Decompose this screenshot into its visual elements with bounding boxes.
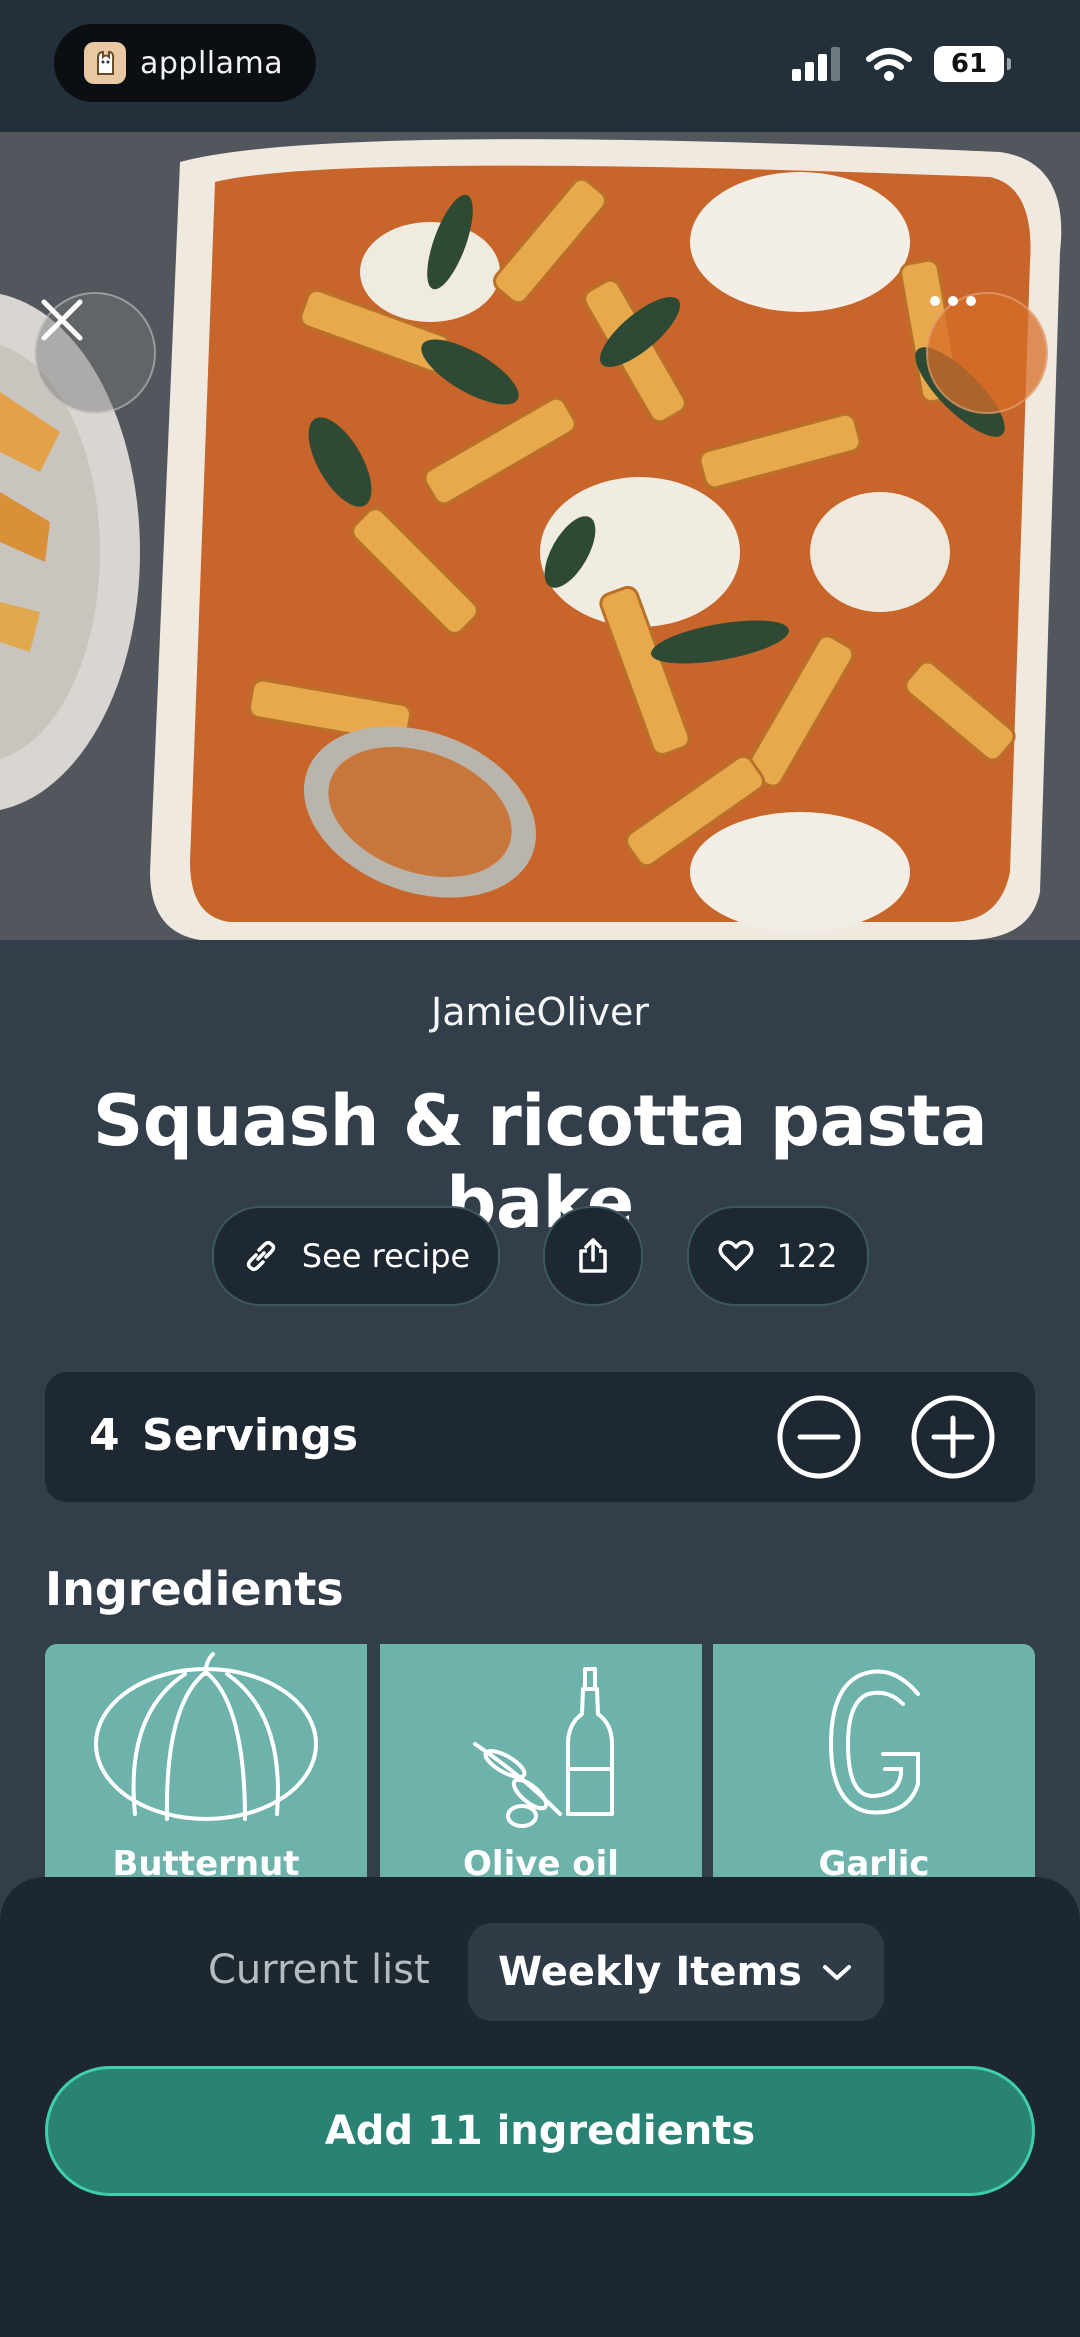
ingredient-card[interactable]: Butternut squash (45, 1644, 367, 1884)
app-badge[interactable]: appllama (54, 24, 316, 102)
recipe-hero-image (0, 132, 1080, 940)
share-button[interactable] (543, 1206, 643, 1306)
ingredient-card[interactable]: Garlic (713, 1644, 1035, 1884)
more-icon (930, 296, 976, 306)
llama-logo-icon (84, 42, 126, 84)
like-button[interactable]: 122 (687, 1206, 869, 1306)
ingredients-heading: Ingredients (45, 1562, 344, 1616)
recipe-title: Squash & ricotta pasta bake (92, 1080, 988, 1244)
olive-oil-icon (473, 1667, 614, 1828)
link-icon (246, 1240, 275, 1272)
status-bar: appllama 61 (0, 0, 1080, 132)
list-selector-value: Weekly Items (498, 1949, 802, 1995)
battery-icon: 61 (934, 46, 1011, 82)
see-recipe-button[interactable]: See recipe (212, 1206, 500, 1306)
add-ingredients-button[interactable]: Add 11 ingredients (45, 2066, 1035, 2196)
like-count: 122 (776, 1237, 838, 1275)
pasta-bake-photo (0, 132, 1080, 940)
bottom-sheet: Current list Weekly Items Add 11 ingredi… (0, 1877, 1080, 2337)
ingredient-card[interactable]: Olive oil (380, 1644, 702, 1884)
servings-control: 4 Servings (45, 1372, 1035, 1502)
increase-servings-button[interactable] (910, 1394, 996, 1480)
app-name: appllama (140, 45, 284, 81)
heart-icon (718, 1240, 754, 1271)
servings-label: Servings (142, 1410, 359, 1461)
chevron-down-icon (822, 1965, 851, 1980)
current-list-label: Current list (208, 1947, 430, 1993)
close-icon (41, 299, 83, 341)
garlic-icon (828, 1669, 920, 1815)
decrease-servings-button[interactable] (776, 1394, 862, 1480)
share-icon (579, 1238, 607, 1273)
recipe-source[interactable]: JamieOliver (0, 990, 1080, 1034)
more-options-button[interactable] (926, 292, 1048, 414)
status-icons: 61 (792, 46, 1011, 82)
close-button[interactable] (34, 292, 156, 414)
see-recipe-label: See recipe (301, 1237, 471, 1275)
pumpkin-icon (94, 1652, 318, 1821)
list-selector[interactable]: Weekly Items (468, 1923, 884, 2021)
servings-count: 4 (89, 1410, 120, 1461)
wifi-icon (866, 48, 912, 81)
cellular-icon (792, 47, 840, 81)
